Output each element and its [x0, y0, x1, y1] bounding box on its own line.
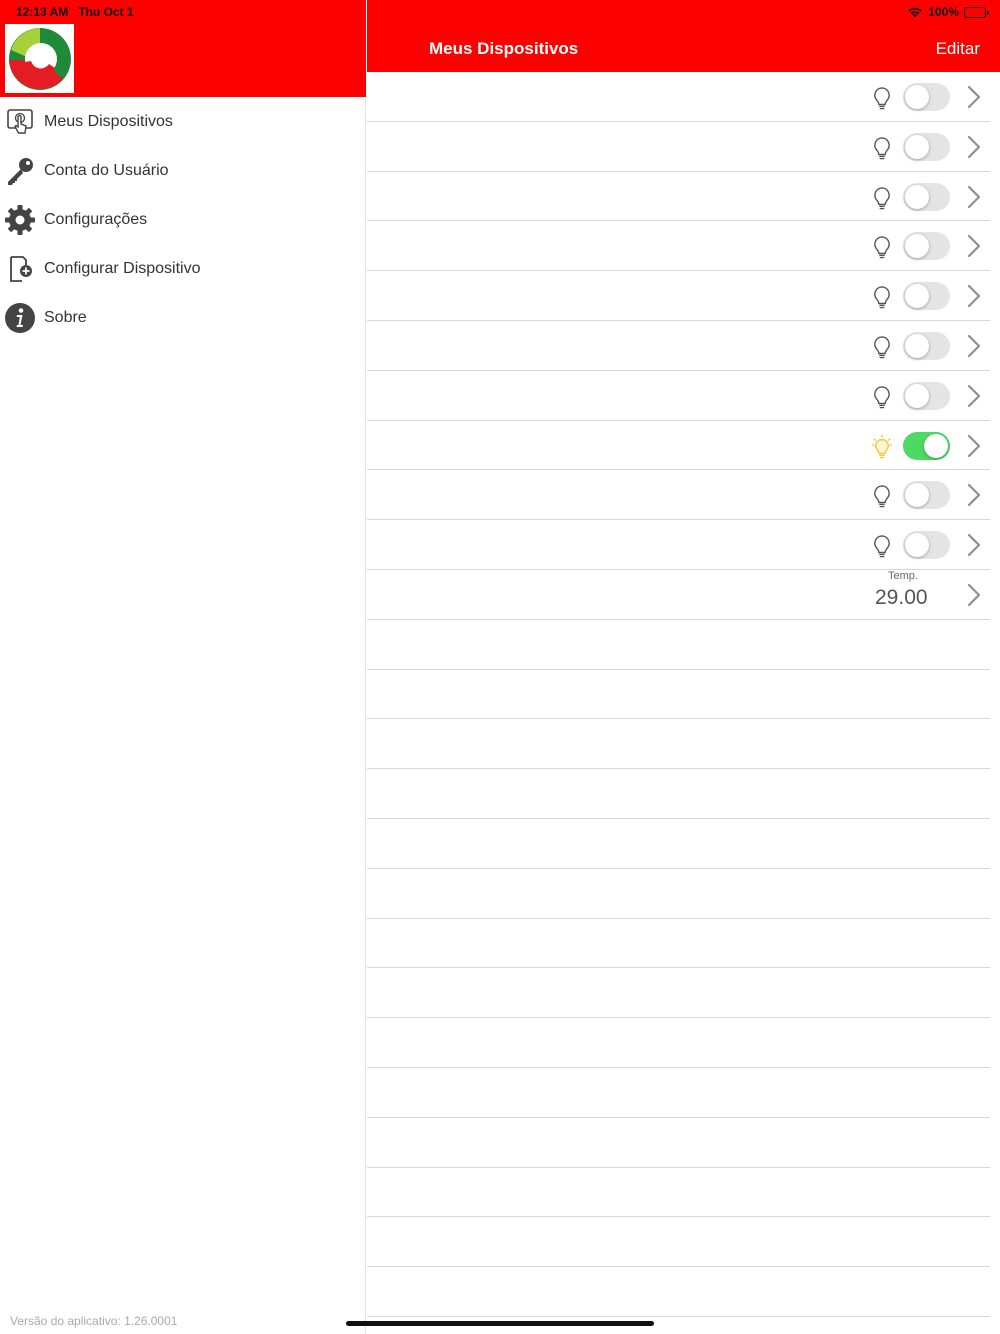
chevron-right-icon[interactable]	[967, 284, 981, 308]
device-toggle[interactable]	[903, 431, 950, 460]
device-toggle[interactable]	[903, 83, 950, 111]
device-toggle[interactable]	[903, 331, 950, 360]
toggle-knob	[905, 333, 929, 358]
lightbulb-icon	[874, 286, 890, 309]
lightbulb-icon	[874, 87, 890, 110]
menu-label: Conta do Usuário	[44, 161, 169, 179]
empty-row	[367, 670, 990, 720]
toggle-knob	[905, 184, 929, 209]
device-row[interactable]	[367, 421, 990, 471]
lightbulb-on-icon	[871, 434, 893, 458]
toggle-knob	[905, 383, 929, 408]
device-row[interactable]	[367, 371, 990, 421]
edit-button[interactable]: Editar	[936, 39, 980, 59]
status-date: Thu Oct 1	[78, 5, 134, 19]
sidebar-item-sobre[interactable]: Sobre	[0, 293, 366, 342]
status-time: 12:13 AM	[16, 5, 69, 19]
toggle-knob	[905, 134, 929, 159]
device-row[interactable]	[367, 271, 990, 321]
toggle-knob	[905, 284, 929, 309]
lightbulb-icon	[874, 485, 890, 508]
menu-label: Configurações	[44, 210, 148, 228]
chevron-right-icon[interactable]	[967, 334, 981, 358]
device-toggle[interactable]	[903, 282, 950, 311]
app-logo	[5, 24, 74, 93]
lightbulb-icon	[874, 535, 890, 558]
empty-row	[367, 869, 990, 919]
device-row[interactable]	[367, 122, 990, 172]
chevron-right-icon[interactable]	[967, 583, 981, 607]
device-list: Temp. 29.00	[367, 72, 1000, 1317]
sidebar: Meus Dispositivos Conta do Usuário Confi…	[0, 0, 366, 1334]
wifi-icon	[908, 7, 923, 18]
device-row[interactable]	[367, 172, 990, 222]
sidebar-item-configuracoes[interactable]: Configurações	[0, 195, 366, 244]
sidebar-menu: Meus Dispositivos Conta do Usuário Confi…	[0, 97, 366, 342]
key-icon	[4, 155, 36, 187]
chevron-right-icon[interactable]	[967, 185, 981, 209]
device-row[interactable]	[367, 470, 990, 521]
toggle-knob	[924, 433, 948, 458]
empty-row	[367, 1118, 990, 1168]
info-icon	[4, 302, 36, 334]
sidebar-item-conta-do-usuario[interactable]: Conta do Usuário	[0, 146, 366, 195]
device-toggle[interactable]	[903, 132, 950, 161]
sidebar-item-configurar-dispositivo[interactable]: Configurar Dispositivo	[0, 244, 366, 293]
chevron-right-icon[interactable]	[967, 483, 981, 507]
main-panel: Meus Dispositivos Editar Temp. 29.00	[367, 0, 1000, 1334]
toggle-knob	[905, 85, 929, 109]
device-toggle[interactable]	[903, 232, 950, 261]
page-title: Meus Dispositivos	[429, 39, 579, 58]
empty-row	[367, 819, 990, 869]
empty-row	[367, 769, 990, 819]
app-version: Versão do aplicativo: 1.26.0001	[10, 1314, 178, 1328]
battery-percent: 100%	[928, 5, 959, 19]
empty-row	[367, 968, 990, 1019]
device-toggle[interactable]	[903, 182, 950, 211]
lightbulb-icon	[874, 386, 890, 409]
device-toggle[interactable]	[903, 481, 950, 510]
chevron-right-icon[interactable]	[967, 85, 981, 109]
status-bar: 12:13 AM Thu Oct 1 100%	[0, 0, 1000, 24]
home-indicator	[346, 1321, 654, 1326]
device-row[interactable]: Temp. 29.00	[367, 570, 990, 620]
menu-label: Sobre	[44, 308, 87, 326]
chevron-right-icon[interactable]	[967, 434, 981, 458]
empty-row	[367, 1267, 990, 1317]
chevron-right-icon[interactable]	[967, 234, 981, 258]
toggle-knob	[905, 533, 929, 558]
device-row[interactable]	[367, 321, 990, 371]
chevron-right-icon[interactable]	[967, 384, 981, 408]
sidebar-item-meus-dispositivos[interactable]: Meus Dispositivos	[0, 97, 366, 146]
menu-label: Meus Dispositivos	[44, 112, 173, 130]
toggle-knob	[905, 483, 929, 508]
empty-row	[367, 719, 990, 770]
empty-row	[367, 1168, 990, 1218]
device-row[interactable]	[367, 520, 990, 570]
gear-icon	[4, 204, 36, 236]
lightbulb-icon	[874, 336, 890, 359]
chevron-right-icon[interactable]	[967, 533, 981, 557]
touch-device-icon	[4, 106, 36, 138]
empty-row	[367, 620, 990, 670]
empty-row	[367, 1018, 990, 1068]
toggle-knob	[905, 234, 929, 259]
lightbulb-icon	[874, 236, 890, 259]
chevron-right-icon[interactable]	[967, 135, 981, 159]
battery-icon	[964, 6, 989, 18]
temperature-label: Temp.	[888, 569, 918, 582]
device-toggle[interactable]	[903, 381, 950, 410]
device-toggle[interactable]	[903, 531, 950, 560]
empty-row	[367, 1217, 990, 1268]
lightbulb-icon	[874, 137, 890, 160]
device-row[interactable]	[367, 221, 990, 272]
lightbulb-icon	[874, 186, 890, 209]
device-row[interactable]	[367, 72, 990, 122]
menu-label: Configurar Dispositivo	[44, 259, 201, 277]
empty-row	[367, 919, 990, 969]
add-device-icon	[4, 253, 36, 285]
temperature-value: 29.00	[875, 585, 928, 609]
empty-row	[367, 1068, 990, 1118]
